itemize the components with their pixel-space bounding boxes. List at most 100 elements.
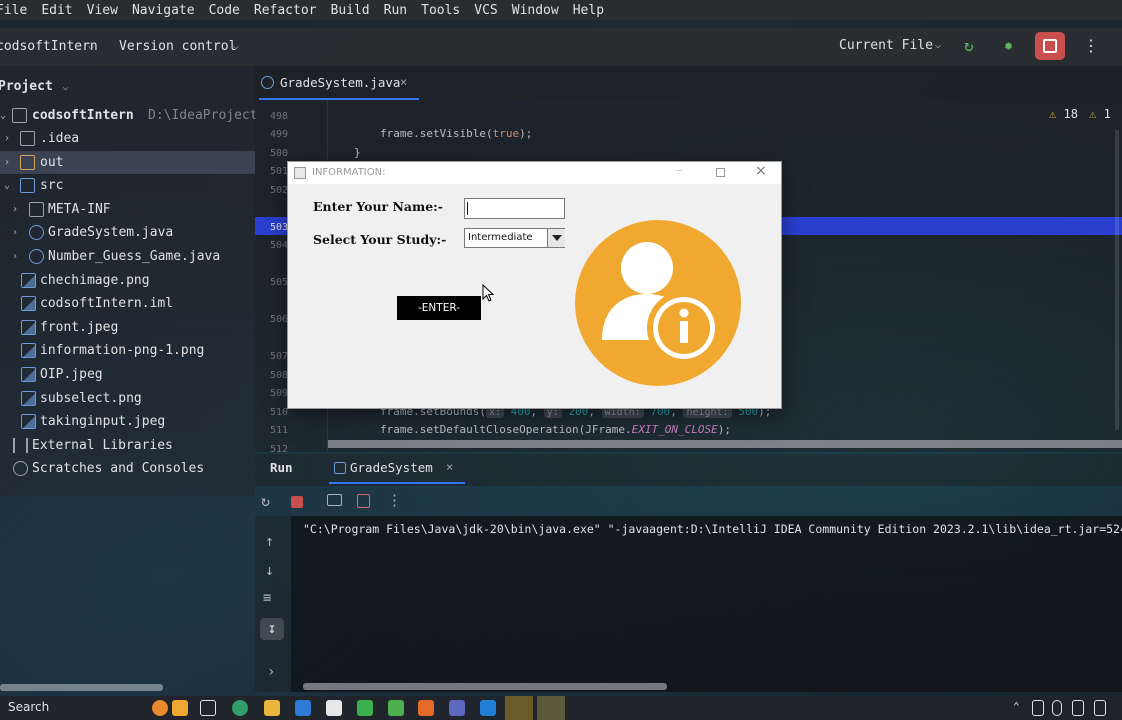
tree-item-gradesystem[interactable]: › GradeSystem.java: [0, 221, 255, 244]
intellij-icon[interactable]: [505, 696, 533, 720]
widget-icon[interactable]: [152, 700, 168, 716]
stop-button[interactable]: [1035, 32, 1065, 60]
name-input[interactable]: [464, 198, 565, 219]
tree-item-label: subselect.png: [40, 391, 142, 406]
menu-tools[interactable]: Tools: [413, 3, 466, 18]
tree-item-front[interactable]: front.jpeg: [0, 316, 255, 339]
menu-run[interactable]: Run: [376, 3, 413, 18]
line-number: 505: [269, 277, 288, 288]
tree-item-oip[interactable]: OIP.jpeg: [0, 363, 255, 386]
task-view-icon[interactable]: [200, 700, 216, 716]
editor-vscroll[interactable]: [1115, 130, 1119, 430]
maximize-icon[interactable]: [716, 168, 725, 177]
menu-vcs[interactable]: VCS: [466, 3, 503, 18]
run-config-selector[interactable]: Current File ⌵: [839, 28, 947, 66]
rerun-icon[interactable]: ↻: [261, 492, 270, 510]
tab-run-gradesystem[interactable]: GradeSystem ×: [329, 454, 465, 484]
volume-icon[interactable]: [1094, 700, 1106, 716]
tree-item-out[interactable]: › out: [0, 151, 255, 174]
inspection-widget[interactable]: ⚠ 18 ⚠ 1: [1049, 107, 1111, 121]
minimize-icon[interactable]: –: [676, 163, 683, 178]
tree-item-label: codsoftIntern: [32, 108, 134, 123]
app-icon[interactable]: [357, 700, 373, 716]
project-scrollbar[interactable]: [0, 684, 163, 691]
close-icon[interactable]: ×: [755, 163, 767, 179]
close-icon[interactable]: ×: [446, 460, 453, 474]
tree-item-idea[interactable]: › .idea: [0, 127, 255, 150]
debug-icon[interactable]: ✹: [1004, 36, 1024, 56]
chevron-up-icon[interactable]: ⌃: [1013, 700, 1020, 713]
app-icon[interactable]: [418, 700, 434, 716]
tree-item-label: OIP.jpeg: [40, 367, 103, 382]
tree-item-scratches[interactable]: Scratches and Consoles: [0, 457, 255, 480]
menu-refactor[interactable]: Refactor: [246, 3, 323, 18]
notepad-icon[interactable]: [388, 700, 404, 716]
chevron-right-icon[interactable]: ›: [267, 664, 275, 680]
close-icon[interactable]: ×: [400, 75, 407, 89]
file-explorer-icon[interactable]: [264, 700, 280, 716]
line-number: 499: [269, 129, 288, 140]
taskbar-search[interactable]: Search: [8, 700, 49, 714]
tree-item-chechimage[interactable]: chechimage.png: [0, 269, 255, 292]
camera-icon[interactable]: [327, 494, 342, 506]
arrow-down-icon[interactable]: ↓: [265, 561, 274, 579]
tree-item-external-libraries[interactable]: External Libraries: [0, 434, 255, 457]
vscode-icon[interactable]: [480, 700, 496, 716]
stop-icon[interactable]: [291, 496, 303, 508]
tab-label: GradeSystem: [350, 460, 433, 475]
rerun-icon[interactable]: ↻: [964, 36, 984, 56]
scroll-to-end-icon[interactable]: ↧: [260, 618, 284, 640]
chevron-right-icon: ›: [3, 157, 11, 168]
tree-item-iml[interactable]: codsoftIntern.iml: [0, 292, 255, 315]
menu-code[interactable]: Code: [201, 3, 246, 18]
menu-view[interactable]: View: [79, 3, 124, 18]
line-number: 501: [269, 166, 288, 177]
enter-button[interactable]: -ENTER-: [397, 296, 481, 320]
store-icon[interactable]: [326, 700, 342, 716]
tree-item-meta-inf[interactable]: › META-INF: [0, 198, 255, 221]
project-selector[interactable]: codsoftIntern ⌵: [0, 28, 106, 66]
mail-icon[interactable]: [295, 700, 311, 716]
menu-help[interactable]: Help: [565, 3, 610, 18]
menu-navigate[interactable]: Navigate: [124, 3, 201, 18]
study-dropdown-button[interactable]: [547, 229, 565, 247]
arrow-up-icon[interactable]: ↑: [265, 532, 274, 550]
module-file-icon: [21, 296, 36, 311]
tree-item-subselect[interactable]: subselect.png: [0, 387, 255, 410]
tree-item-label: .idea: [40, 131, 80, 146]
more-options-icon[interactable]: ⋮: [387, 491, 402, 509]
soft-wrap-icon[interactable]: ≡: [263, 590, 271, 606]
menu-edit[interactable]: Edit: [33, 3, 78, 18]
menu-bar: File Edit View Navigate Code Refactor Bu…: [0, 0, 1122, 20]
editor-hscroll[interactable]: [328, 440, 1122, 448]
tab-gradesystem[interactable]: GradeSystem.java ×: [259, 66, 419, 100]
tree-item-number-guess-game[interactable]: › Number_Guess_Game.java: [0, 245, 255, 268]
weather-icon[interactable]: [172, 700, 188, 716]
tree-item-root[interactable]: ⌄ codsoftIntern D:\IdeaProject: [0, 104, 258, 127]
device-icon[interactable]: [1032, 700, 1044, 716]
image-file-icon: [21, 367, 36, 382]
version-control-selector[interactable]: Version control ⌵: [119, 28, 249, 66]
tree-item-information-png[interactable]: information-png-1.png: [0, 339, 255, 362]
network-icon[interactable]: [1072, 700, 1084, 716]
image-file-icon: [21, 391, 36, 406]
menu-build[interactable]: Build: [323, 3, 376, 18]
chevron-down-icon: ⌄: [0, 110, 7, 121]
line-number: 500: [269, 148, 288, 159]
more-options-icon[interactable]: ⋮: [1083, 36, 1099, 55]
app-icon[interactable]: [449, 700, 465, 716]
edge-icon[interactable]: [232, 700, 248, 716]
java-app-icon[interactable]: [537, 696, 565, 720]
menu-file[interactable]: File: [0, 3, 33, 18]
main-toolbar: codsoftIntern ⌵ Version control ⌵ Curren…: [0, 28, 1122, 66]
tree-item-takinginput[interactable]: takinginput.jpeg: [0, 410, 255, 433]
line-number: 511: [269, 425, 288, 436]
console-output[interactable]: "C:\Program Files\Java\jdk-20\bin\java.e…: [291, 516, 1122, 692]
console-hscroll[interactable]: [303, 683, 667, 690]
project-header[interactable]: Project ⌵: [0, 75, 68, 94]
menu-window[interactable]: Window: [504, 3, 565, 18]
microphone-icon[interactable]: [1052, 700, 1062, 716]
study-select[interactable]: Intermediate: [464, 228, 565, 248]
exit-icon[interactable]: [357, 494, 370, 508]
tree-item-src[interactable]: ⌄ src: [0, 174, 255, 197]
